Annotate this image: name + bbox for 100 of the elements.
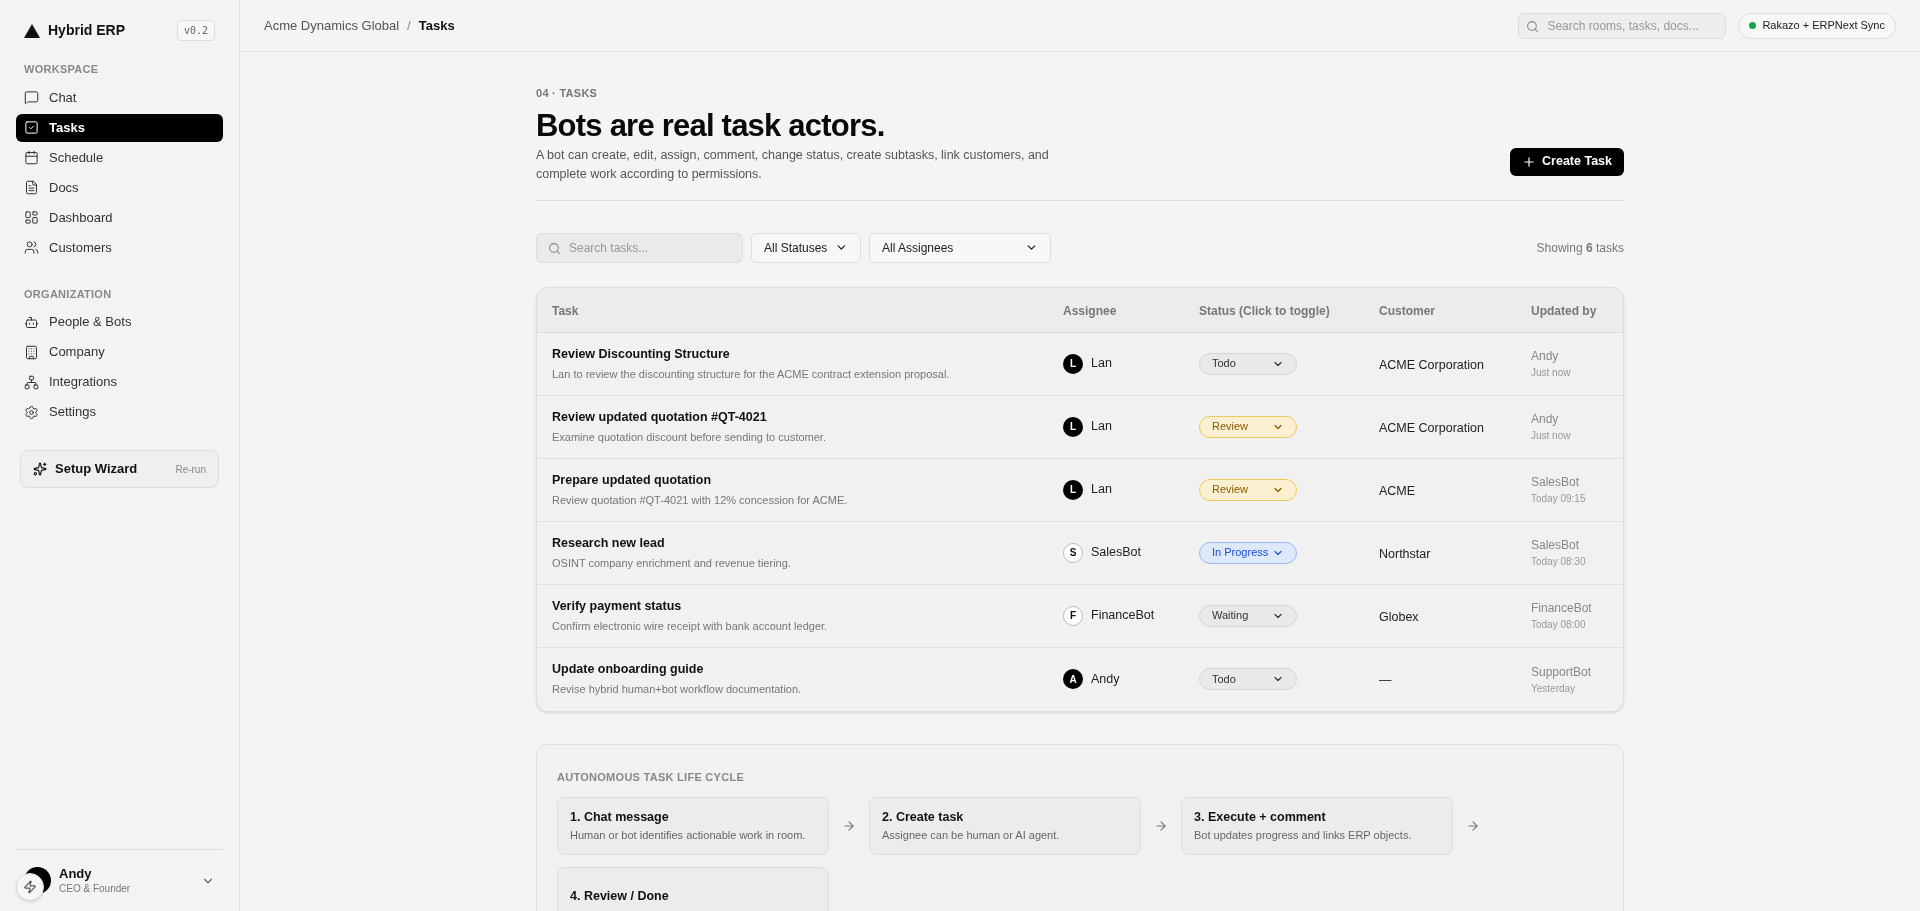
customer-name: ACME Corporation	[1379, 420, 1484, 435]
nav-item[interactable]: Chat	[16, 83, 223, 112]
customer-name: ACME Corporation	[1379, 357, 1484, 372]
assignee-avatar: F	[1063, 605, 1083, 626]
assignee-name: FinanceBot	[1091, 607, 1155, 625]
nav-item[interactable]: Settings	[16, 398, 223, 426]
updated-time: Today 09:15	[1531, 492, 1587, 506]
updated-by: SalesBot	[1531, 474, 1581, 491]
assignee-name: Andy	[1091, 670, 1120, 688]
status-dropdown[interactable]: Todo	[1199, 668, 1297, 690]
status-dropdown[interactable]: Waiting	[1199, 604, 1297, 627]
step-description: Bot updates progress and links ERP objects.	[1194, 828, 1413, 844]
search-field[interactable]: Search rooms, tasks, docs...	[1518, 12, 1727, 39]
sync-label: Rakazo + ERPNext Sync	[1762, 18, 1885, 34]
column-header: Status (Click to toggle)	[1199, 303, 1330, 318]
customer-name: Globex	[1379, 609, 1419, 624]
page-title: Bots are real task actors.	[536, 106, 886, 145]
task-title: Update onboarding guide	[552, 661, 705, 679]
updated-by: SalesBot	[1531, 537, 1581, 554]
updated-by: Andy	[1531, 348, 1560, 365]
document-icon	[24, 180, 39, 195]
nav-item[interactable]: Tasks	[16, 113, 223, 142]
task-description: Review quotation #QT-4021 with 12% concession for ACME.	[552, 492, 849, 508]
breadcrumb-link[interactable]: Acme Dynamics Global	[264, 15, 400, 36]
status-dropdown[interactable]: In Progress	[1199, 541, 1297, 564]
column-header: Assignee	[1063, 303, 1117, 318]
arrow-right-icon	[842, 819, 856, 833]
building-icon	[24, 344, 39, 360]
step-title: 2. Create task	[882, 809, 965, 827]
sparkles-icon	[33, 462, 47, 476]
create-task-button[interactable]: Create Task	[1510, 147, 1624, 176]
task-title: Review updated quotation #QT-4021	[552, 408, 768, 426]
status-dropdown[interactable]: Review	[1199, 478, 1297, 501]
column-header: Task	[552, 303, 579, 318]
results-count: Showing 6 tasks	[1536, 239, 1624, 257]
user-name: Andy	[59, 866, 93, 883]
rerun-label: Re-run	[175, 462, 206, 477]
updated-time: Just now	[1531, 366, 1572, 380]
triangle-logo-icon	[24, 23, 40, 38]
step-description: Assignee can be human or AI agent.	[882, 828, 1061, 844]
updated-by: FinanceBot	[1531, 600, 1593, 617]
task-search-field[interactable]: Search tasks...	[536, 232, 743, 263]
column-header: Updated by	[1531, 303, 1597, 318]
checkbox-icon	[24, 120, 39, 135]
dashboard-icon	[24, 210, 39, 225]
updated-time: Today 08:00	[1531, 618, 1587, 632]
status-filter-dropdown[interactable]: All Statuses	[751, 232, 861, 263]
nav-item[interactable]: Company	[16, 338, 223, 366]
assignee-name: SalesBot	[1091, 544, 1142, 562]
lightning-icon	[23, 880, 37, 894]
setup-wizard-button[interactable]: Setup Wizard Re-run	[20, 450, 219, 488]
task-title: Research new lead	[552, 534, 666, 552]
sync-status-badge[interactable]: Rakazo + ERPNext Sync	[1738, 12, 1896, 39]
nav-item[interactable]: People & Bots	[16, 308, 223, 336]
task-description: Lan to review the discounting structure for the ACME contract extension proposal.	[552, 366, 951, 382]
nav-item[interactable]: Docs	[16, 173, 223, 202]
nav-item[interactable]: Customers	[16, 233, 223, 262]
network-icon	[24, 374, 39, 390]
assignee-avatar: L	[1063, 353, 1083, 374]
updated-by: Andy	[1531, 411, 1560, 428]
section-heading: WORKSPACE	[23, 62, 100, 77]
users-icon	[24, 240, 39, 255]
settings-icon	[24, 404, 39, 420]
brand-name: Hybrid ERP	[48, 21, 125, 40]
lightning-button[interactable]	[16, 873, 44, 901]
customer-name: ACME	[1379, 483, 1416, 498]
task-description: OSINT company enrichment and revenue tiering.	[552, 555, 792, 571]
task-description: Examine quotation discount before sending to customer.	[552, 429, 827, 445]
customer-name: —	[1379, 673, 1392, 687]
assignee-filter-dropdown[interactable]: All Assignees	[869, 232, 1051, 263]
step-title: 1. Chat message	[570, 809, 670, 827]
version-badge: v0.2	[176, 20, 215, 41]
updated-time: Today 08:30	[1531, 555, 1587, 569]
status-dropdown[interactable]: Review	[1199, 415, 1297, 438]
step-description: Human or bot identifies actionable work in room.	[570, 828, 807, 844]
robot-icon	[24, 314, 39, 330]
task-title: Review Discounting Structure	[552, 345, 731, 363]
user-role: CEO & Founder	[59, 882, 131, 895]
step-title: 3. Execute + comment	[1194, 809, 1327, 827]
eyebrow-label: 04 · TASKS	[536, 86, 599, 101]
breadcrumb-link[interactable]: Tasks	[418, 15, 455, 36]
assignee-avatar: S	[1063, 542, 1083, 563]
page-description: A bot can create, edit, assign, comment, change status, create subtasks, link customers, and complete work according to permissions.	[536, 146, 1050, 183]
task-title: Verify payment status	[552, 597, 683, 615]
assignee-name: Lan	[1091, 481, 1112, 499]
nav-item[interactable]: Dashboard	[16, 203, 223, 232]
nav-item[interactable]: Schedule	[16, 143, 223, 172]
column-header: Customer	[1379, 303, 1435, 318]
assignee-name: Lan	[1091, 418, 1112, 436]
lifecycle-heading: AUTONOMOUS TASK LIFE CYCLE	[557, 769, 746, 785]
nav-item[interactable]: Integrations	[16, 368, 223, 396]
task-description: Confirm electronic wire receipt with bank account ledger.	[552, 618, 829, 634]
plus-icon	[1522, 154, 1537, 169]
chat-bubble-icon	[24, 90, 39, 105]
task-title: Prepare updated quotation	[552, 471, 713, 489]
updated-time: Just now	[1531, 429, 1572, 443]
assignee-name: Lan	[1091, 355, 1112, 373]
step-title: 4. Review / Done	[570, 887, 670, 905]
status-dropdown[interactable]: Todo	[1199, 352, 1297, 375]
calendar-icon	[24, 150, 39, 165]
